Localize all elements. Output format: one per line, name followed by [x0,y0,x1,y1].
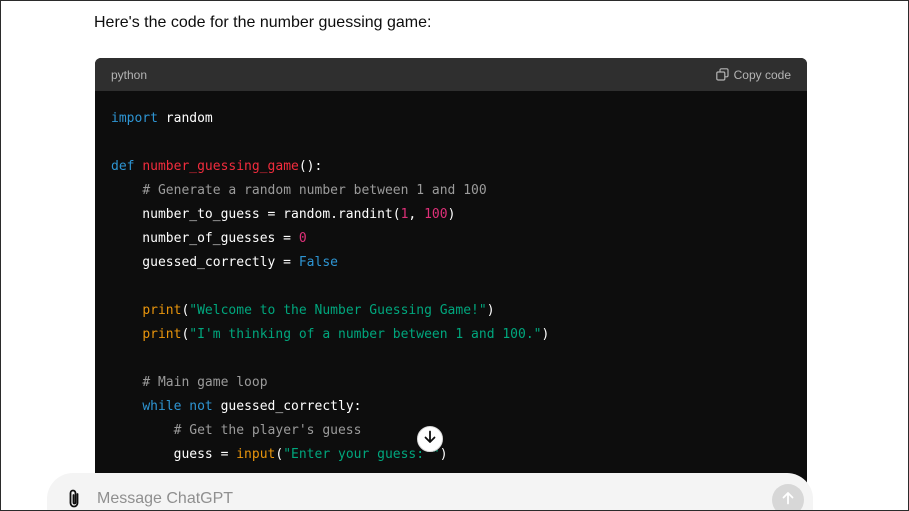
code-token: print [142,303,182,318]
code-token: 0 [298,231,307,246]
message-composer: Message ChatGPT [47,473,813,510]
code-token: number_guessing_game [142,159,299,174]
code-token: random [157,111,213,126]
copy-icon [715,68,729,81]
code-token: (): [298,159,323,174]
send-button[interactable] [772,484,804,510]
code-token: ) [486,303,495,318]
arrow-up-icon [781,491,795,510]
code-token: print [142,327,182,342]
code-token: import [111,111,158,126]
code-token: input [236,447,276,462]
arrow-down-icon [423,430,437,449]
scroll-to-bottom-button[interactable] [417,426,443,452]
code-token: guessed_correctly = [111,255,299,270]
code-line: guessed_correctly = False [111,251,807,275]
copy-code-button[interactable]: Copy code [715,67,791,82]
code-line: def number_guessing_game(): [111,155,807,179]
code-token: False [298,255,338,270]
code-token: "I'm thinking of a number between 1 and … [189,327,542,342]
code-token: "Enter your guess: " [283,447,440,462]
code-token: # Get the player's guess [173,423,362,438]
code-token: ) [541,327,550,342]
code-block-header: python Copy code [95,58,807,91]
code-line: guess = input("Enter your guess: ") [111,443,807,467]
code-token: 100 [424,207,448,222]
code-line: while not guessed_correctly: [111,395,807,419]
code-line: import random [111,107,807,131]
code-line: print("I'm thinking of a number between … [111,323,807,347]
assistant-message-text: Here's the code for the number guessing … [94,14,432,31]
code-token: "Welcome to the Number Guessing Game!" [189,303,487,318]
code-token: def [111,159,135,174]
code-line: # Get the player's guess [111,419,807,443]
paperclip-icon [65,489,85,510]
copy-code-label: Copy code [733,67,791,82]
code-token: guess = [111,447,237,462]
chat-window: Here's the code for the number guessing … [0,0,909,511]
code-language-label: python [111,67,148,82]
attach-button[interactable] [65,488,85,510]
code-token: not [189,399,213,414]
code-token: # Generate a random number between 1 and… [142,183,487,198]
code-line: # Main game loop [111,371,807,395]
code-token: ) [439,447,448,462]
code-line: number_of_guesses = 0 [111,227,807,251]
code-token: number_of_guesses = [111,231,299,246]
code-token: while [142,399,182,414]
code-content: import random def number_guessing_game()… [95,91,807,467]
code-line: # Generate a random number between 1 and… [111,179,807,203]
code-token: guessed_correctly: [212,399,362,414]
code-line: number_to_guess = random.randint(1, 100) [111,203,807,227]
code-token: number_to_guess = random.randint( [111,207,401,222]
code-token: ) [447,207,456,222]
code-line: print("Welcome to the Number Guessing Ga… [111,299,807,323]
code-token: , [408,207,425,222]
message-input[interactable]: Message ChatGPT [97,490,233,508]
code-token: # Main game loop [142,375,268,390]
code-block: python Copy code import random def numbe… [95,58,807,510]
